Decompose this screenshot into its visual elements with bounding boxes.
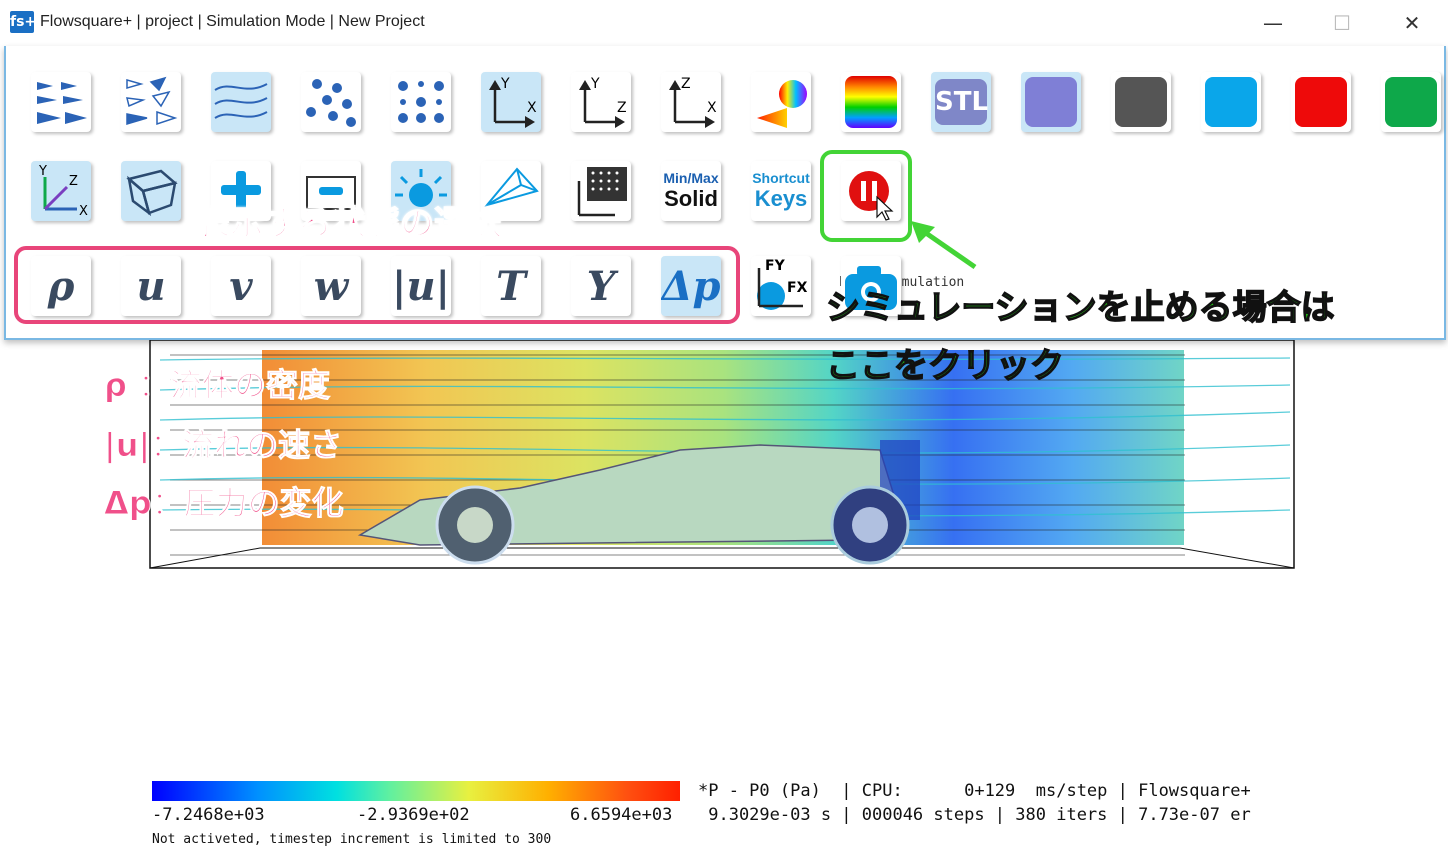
simulation-viewport[interactable]: ρ ：流体の密度 |u|：流れの速さ Δp：圧力の変化 xyxy=(0,300,1448,600)
particles-random-button[interactable] xyxy=(301,72,361,132)
svg-text:Y: Y xyxy=(590,76,600,92)
axes-3d-icon: Y ZX xyxy=(38,164,88,219)
streamline-icon xyxy=(214,83,268,119)
readout-line1: *P - P0 (Pa) | CPU: 0+129 ms/step | Flow… xyxy=(698,781,1251,801)
svg-text:Y: Y xyxy=(38,164,47,179)
annotation-rho: ρ ：流体の密度 xyxy=(104,366,330,404)
annotation-stop-sim-line2: ここをクリック xyxy=(825,345,1065,387)
colorbar-min: -7.2468e+03 xyxy=(152,805,265,825)
svg-text:Z: Z xyxy=(69,174,78,189)
annotation-stop-sim-line1: シミュレーションを止める場合は xyxy=(825,287,1335,329)
readout-line2: 9.3029e-03 s | 000046 steps | 380 iters … xyxy=(698,805,1251,825)
svg-text:X: X xyxy=(527,100,537,116)
color-green-icon xyxy=(1385,77,1437,127)
force-display-button[interactable]: FY FX xyxy=(751,256,811,316)
grid-icon xyxy=(577,167,627,217)
shortcut-keys-button[interactable]: Shortcut Keys xyxy=(751,161,811,221)
vector-arrows-icon xyxy=(37,82,87,124)
color-gray-icon xyxy=(1115,77,1167,127)
color-red-button[interactable] xyxy=(1291,72,1351,132)
annotation-pressure: Δp：圧力の変化 xyxy=(104,484,344,522)
minmax-label: Min/Max xyxy=(663,170,719,186)
color-purple-icon xyxy=(1025,77,1077,127)
color-cyan-button[interactable] xyxy=(1201,72,1261,132)
svg-text:FY: FY xyxy=(765,258,786,274)
minmax-solid-button[interactable]: Min/Max Solid xyxy=(661,161,721,221)
pressure-colorbar xyxy=(152,781,680,801)
shortcut-label: Shortcut xyxy=(752,170,810,186)
vector-outline-arrows-icon xyxy=(126,76,178,126)
svg-text:Z: Z xyxy=(681,76,691,92)
streamline-button[interactable] xyxy=(211,72,271,132)
stl-button[interactable]: STL xyxy=(931,72,991,132)
particles-grid-icon xyxy=(398,81,444,123)
colormap-icon xyxy=(757,80,807,128)
view-3d-axes-button[interactable]: Y ZX xyxy=(31,161,91,221)
grid-display-button[interactable] xyxy=(571,161,631,221)
window-title: Flowsquare+ | project | Simulation Mode … xyxy=(40,13,425,30)
view-yz-button[interactable]: YZ xyxy=(571,72,631,132)
bounding-box-button[interactable] xyxy=(121,161,181,221)
color-green-button[interactable] xyxy=(1381,72,1441,132)
variable-selection-highlight xyxy=(14,246,740,324)
pause-button-highlight xyxy=(820,150,912,242)
force-icon: FYFX xyxy=(757,258,808,310)
status-message: Not activeted, timestep increment is lim… xyxy=(152,832,552,847)
colorbar-mid: -2.9369e+02 xyxy=(357,805,470,825)
svg-text:X: X xyxy=(79,204,88,219)
app-icon: fs+ xyxy=(10,11,36,33)
view-yz-icon: YZ xyxy=(579,76,627,128)
keys-label: Keys xyxy=(754,186,808,211)
svg-text:Y: Y xyxy=(500,76,510,92)
color-purple-button[interactable] xyxy=(1021,72,1081,132)
colormap-button[interactable] xyxy=(751,72,811,132)
stl-icon: STL xyxy=(935,79,988,125)
view-xy-button[interactable]: YX xyxy=(481,72,541,132)
vector-outline-button[interactable] xyxy=(121,72,181,132)
view-xy-icon: YX xyxy=(489,76,537,128)
color-red-icon xyxy=(1295,77,1347,127)
svg-text:Z: Z xyxy=(617,100,627,116)
annotation-select-state: 表示する状態の選択 xyxy=(195,203,503,245)
title-bar: fs+ Flowsquare+ | project | Simulation M… xyxy=(0,0,1448,46)
close-button[interactable]: ✕ xyxy=(1392,10,1432,36)
color-gray-button[interactable] xyxy=(1111,72,1171,132)
particles-random-icon xyxy=(306,79,356,127)
wireframe-box-icon xyxy=(126,169,178,217)
solid-label: Solid xyxy=(664,186,718,211)
vector-arrows-button[interactable] xyxy=(31,72,91,132)
color-cyan-icon xyxy=(1205,77,1257,127)
particles-grid-button[interactable] xyxy=(391,72,451,132)
maximize-button[interactable]: ☐ xyxy=(1322,10,1362,36)
view-zx-icon: ZX xyxy=(669,76,717,128)
svg-text:FX: FX xyxy=(787,280,808,296)
color-gradient-icon xyxy=(845,76,897,128)
annotation-speed: |u|：流れの速さ xyxy=(104,426,342,465)
view-zx-button[interactable]: ZX xyxy=(661,72,721,132)
minimize-button[interactable]: — xyxy=(1253,10,1293,36)
green-arrow-icon xyxy=(911,221,977,270)
color-gradient-button[interactable] xyxy=(841,72,901,132)
colorbar-max: 6.6594e+03 xyxy=(570,805,673,825)
svg-text:X: X xyxy=(707,100,717,116)
